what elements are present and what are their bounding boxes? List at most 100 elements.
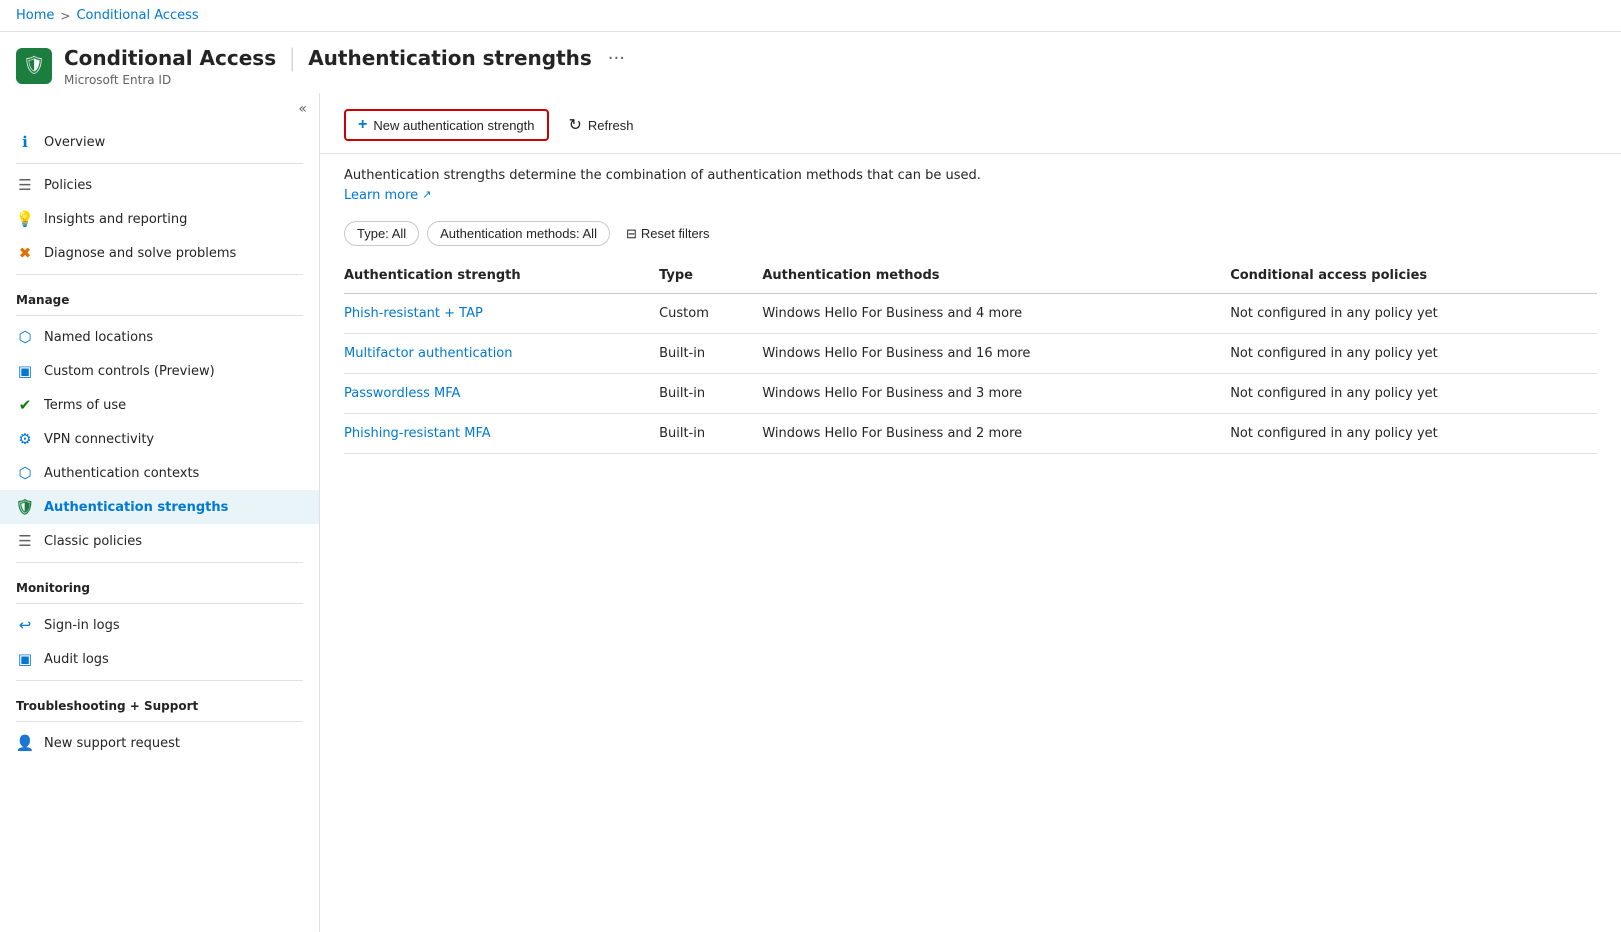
sidebar-item-audit-logs[interactable]: ▣ Audit logs <box>0 642 319 676</box>
row-type-3: Built-in <box>659 414 762 454</box>
table-row: Phish-resistant + TAP CustomWindows Hello… <box>344 294 1597 334</box>
sidebar-item-new-support[interactable]: 👤 New support request <box>0 726 319 760</box>
col-header-policies: Conditional access policies <box>1230 258 1597 294</box>
troubleshooting-section-label: Troubleshooting + Support <box>0 685 319 717</box>
sidebar-item-policies-label: Policies <box>44 178 92 193</box>
sidebar-item-insights[interactable]: 💡 Insights and reporting <box>0 202 319 236</box>
header-title: Conditional Access <box>64 46 276 70</box>
signin-logs-icon: ↩ <box>16 616 34 634</box>
vpn-icon: ⚙ <box>16 430 34 448</box>
sidebar-item-diagnose-label: Diagnose and solve problems <box>44 246 236 261</box>
sidebar-item-signin-logs-label: Sign-in logs <box>44 618 120 633</box>
sidebar-item-signin-logs[interactable]: ↩ Sign-in logs <box>0 608 319 642</box>
row-policies-2: Not configured in any policy yet <box>1230 374 1597 414</box>
sidebar: « ℹ Overview ☰ Policies 💡 Insights and r… <box>0 93 320 932</box>
sidebar-divider-3 <box>16 315 303 316</box>
strength-link-3[interactable]: Phishing-resistant MFA <box>344 426 491 441</box>
sidebar-item-custom-controls-label: Custom controls (Preview) <box>44 364 215 379</box>
sidebar-item-auth-contexts[interactable]: ⬡ Authentication contexts <box>0 456 319 490</box>
sidebar-item-custom-controls[interactable]: ▣ Custom controls (Preview) <box>0 354 319 388</box>
row-methods-0: Windows Hello For Business and 4 more <box>762 294 1230 334</box>
methods-filter-chip[interactable]: Authentication methods: All <box>427 221 610 246</box>
header-separator: | <box>288 44 296 72</box>
learn-more-label: Learn more <box>344 186 418 206</box>
page-header: 🛡 Conditional Access | Authentication st… <box>0 32 1621 93</box>
row-name-0[interactable]: Phish-resistant + TAP <box>344 294 659 334</box>
support-icon: 👤 <box>16 734 34 752</box>
sidebar-divider-5 <box>16 603 303 604</box>
table-row: Phishing-resistant MFA Built-inWindows He… <box>344 414 1597 454</box>
type-filter-chip[interactable]: Type: All <box>344 221 419 246</box>
filter-icon: ⊟ <box>626 226 637 242</box>
col-header-methods: Authentication methods <box>762 258 1230 294</box>
authentication-strengths-table: Authentication strength Type Authenticat… <box>344 258 1597 454</box>
sidebar-item-named-locations[interactable]: ⬡ Named locations <box>0 320 319 354</box>
header-icon: 🛡 <box>16 48 52 84</box>
sidebar-divider-1 <box>16 163 303 164</box>
info-icon: ℹ <box>16 133 34 151</box>
plus-icon: + <box>358 116 367 134</box>
table-row: Multifactor authentication Built-inWindow… <box>344 334 1597 374</box>
sidebar-item-vpn-label: VPN connectivity <box>44 432 154 447</box>
sidebar-item-overview-label: Overview <box>44 135 105 150</box>
header-section: Authentication strengths <box>308 46 592 70</box>
breadcrumb-home[interactable]: Home <box>16 8 54 23</box>
refresh-button[interactable]: ↻ Refresh <box>557 110 646 140</box>
header-ellipsis-button[interactable]: ··· <box>608 48 625 69</box>
strength-link-1[interactable]: Multifactor authentication <box>344 346 513 361</box>
sidebar-item-new-support-label: New support request <box>44 736 180 751</box>
sidebar-item-classic-policies-label: Classic policies <box>44 534 142 549</box>
new-button-label: New authentication strength <box>373 118 534 133</box>
insights-icon: 💡 <box>16 210 34 228</box>
new-authentication-strength-button[interactable]: + New authentication strength <box>344 109 549 141</box>
sidebar-item-terms-label: Terms of use <box>44 398 126 413</box>
reset-filters-label: Reset filters <box>641 226 710 241</box>
strength-link-0[interactable]: Phish-resistant + TAP <box>344 306 483 321</box>
row-name-2[interactable]: Passwordless MFA <box>344 374 659 414</box>
sidebar-item-vpn[interactable]: ⚙ VPN connectivity <box>0 422 319 456</box>
type-filter-label: Type: All <box>357 226 406 241</box>
external-link-icon: ↗ <box>422 187 431 204</box>
diagnose-icon: ✖ <box>16 244 34 262</box>
sidebar-item-terms-of-use[interactable]: ✔ Terms of use <box>0 388 319 422</box>
strength-link-2[interactable]: Passwordless MFA <box>344 386 460 401</box>
sidebar-item-auth-strengths[interactable]: 🛡 Authentication strengths <box>0 490 319 524</box>
filter-bar: Type: All Authentication methods: All ⊟ … <box>320 213 1621 258</box>
auth-strengths-icon: 🛡 <box>16 498 34 516</box>
row-policies-1: Not configured in any policy yet <box>1230 334 1597 374</box>
description-text: Authentication strengths determine the c… <box>344 166 1597 186</box>
sidebar-divider-4 <box>16 562 303 563</box>
table-row: Passwordless MFABuilt-inWindows Hello Fo… <box>344 374 1597 414</box>
sidebar-item-policies[interactable]: ☰ Policies <box>0 168 319 202</box>
row-name-3[interactable]: Phishing-resistant MFA <box>344 414 659 454</box>
policies-icon: ☰ <box>16 176 34 194</box>
row-type-0: Custom <box>659 294 762 334</box>
sidebar-item-overview[interactable]: ℹ Overview <box>0 125 319 159</box>
breadcrumb-current[interactable]: Conditional Access <box>76 8 198 23</box>
sidebar-collapse-button[interactable]: « <box>0 93 319 125</box>
reset-filters-button[interactable]: ⊟ Reset filters <box>618 222 718 246</box>
sidebar-divider-7 <box>16 721 303 722</box>
row-methods-1: Windows Hello For Business and 16 more <box>762 334 1230 374</box>
sidebar-divider-6 <box>16 680 303 681</box>
sidebar-item-diagnose[interactable]: ✖ Diagnose and solve problems <box>0 236 319 270</box>
row-policies-3: Not configured in any policy yet <box>1230 414 1597 454</box>
sidebar-item-auth-strengths-label: Authentication strengths <box>44 500 228 515</box>
classic-policies-icon: ☰ <box>16 532 34 550</box>
row-methods-3: Windows Hello For Business and 2 more <box>762 414 1230 454</box>
breadcrumb-separator: > <box>60 9 70 23</box>
row-type-1: Built-in <box>659 334 762 374</box>
sidebar-item-auth-contexts-label: Authentication contexts <box>44 466 199 481</box>
sidebar-item-audit-logs-label: Audit logs <box>44 652 109 667</box>
row-name-1[interactable]: Multifactor authentication <box>344 334 659 374</box>
main-description: Authentication strengths determine the c… <box>320 154 1621 213</box>
refresh-icon: ↻ <box>569 115 582 135</box>
row-policies-0: Not configured in any policy yet <box>1230 294 1597 334</box>
col-header-name: Authentication strength <box>344 258 659 294</box>
terms-icon: ✔ <box>16 396 34 414</box>
breadcrumb: Home > Conditional Access <box>0 0 1621 32</box>
header-subtitle: Microsoft Entra ID <box>64 73 625 87</box>
learn-more-link[interactable]: Learn more ↗ <box>344 186 431 206</box>
sidebar-item-classic-policies[interactable]: ☰ Classic policies <box>0 524 319 558</box>
refresh-label: Refresh <box>588 118 634 133</box>
